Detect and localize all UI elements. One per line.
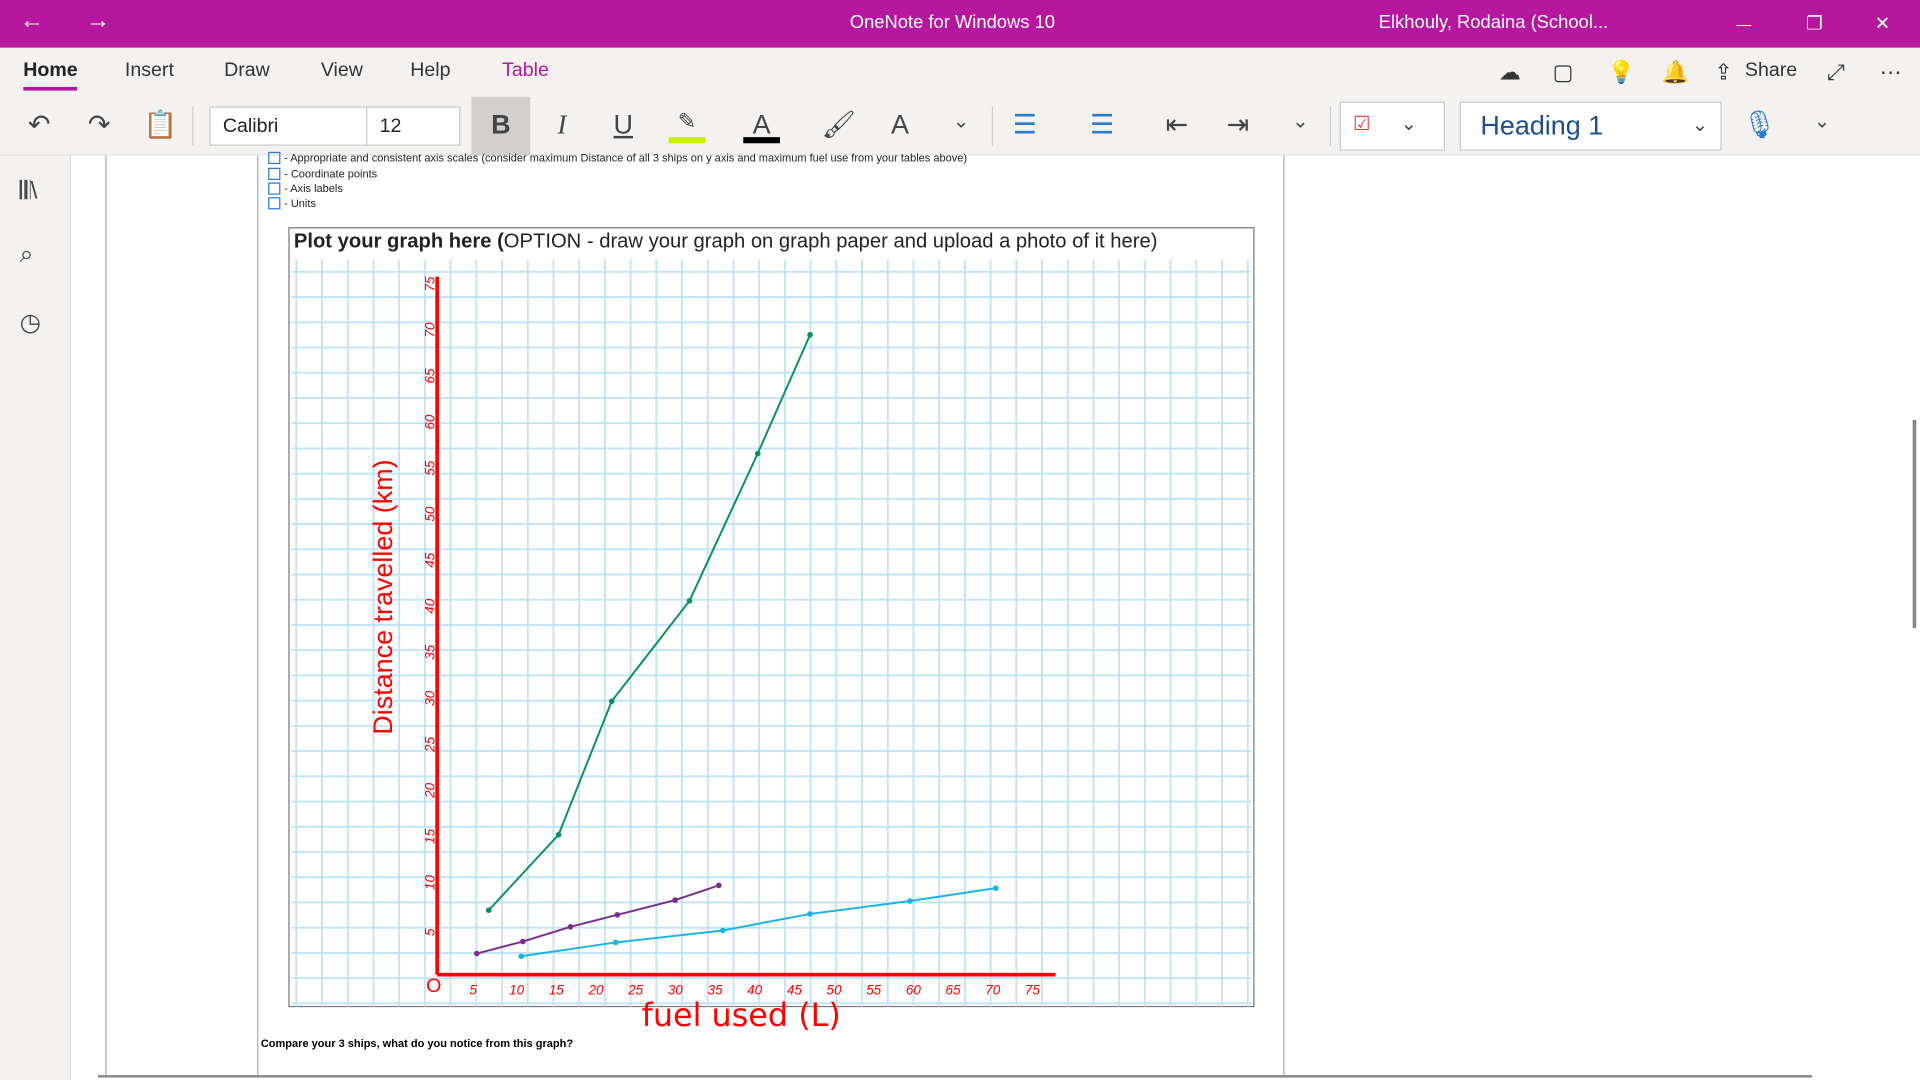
y-tick-label: 55 bbox=[423, 460, 438, 475]
data-point bbox=[992, 885, 999, 891]
data-point bbox=[716, 882, 722, 889]
y-tick-label: 45 bbox=[423, 552, 438, 567]
x-tick-label: 45 bbox=[787, 982, 802, 997]
x-tick-label: 60 bbox=[906, 982, 921, 997]
data-point bbox=[612, 939, 619, 946]
question-text: Compare your 3 ships, what do you notice… bbox=[260, 1037, 574, 1050]
data-point bbox=[807, 331, 813, 338]
data-point bbox=[520, 938, 526, 945]
x-tick-label: 10 bbox=[509, 982, 524, 997]
y-tick-label: 75 bbox=[423, 276, 438, 291]
y-tick-label: 25 bbox=[423, 736, 438, 752]
y-tick-label: 60 bbox=[423, 414, 438, 429]
data-point bbox=[807, 911, 813, 917]
x-tick-label: 75 bbox=[1025, 982, 1040, 997]
x-tick-label: 25 bbox=[627, 982, 643, 997]
y-tick-label: 30 bbox=[423, 690, 438, 705]
graph-title: Plot your graph here (OPTION - draw your… bbox=[293, 230, 1158, 253]
data-point bbox=[686, 598, 693, 604]
scrollbar[interactable] bbox=[1912, 420, 1917, 629]
data-point bbox=[555, 831, 562, 838]
data-point bbox=[754, 450, 761, 457]
y-tick-label: 15 bbox=[423, 828, 438, 843]
y-tick-label: 50 bbox=[423, 506, 438, 521]
y-tick-label: 70 bbox=[423, 322, 438, 337]
x-tick-label: 20 bbox=[587, 982, 603, 997]
x-tick-label: 30 bbox=[668, 982, 683, 997]
y-tick-label: 35 bbox=[423, 644, 438, 659]
y-tick-label: 10 bbox=[423, 874, 438, 889]
y-tick-label: 5 bbox=[423, 928, 438, 936]
x-tick-label: 70 bbox=[985, 982, 1000, 997]
x-tick-label: 55 bbox=[866, 982, 881, 997]
data-point bbox=[719, 927, 726, 934]
x-tick-label: 65 bbox=[946, 982, 961, 997]
data-point bbox=[608, 698, 615, 705]
y-axis-label: Distance travelled (km) bbox=[368, 459, 398, 734]
data-point bbox=[907, 898, 913, 904]
data-point bbox=[672, 897, 679, 903]
data-point bbox=[518, 953, 525, 960]
x-axis-label: fuel used (L) bbox=[642, 996, 841, 1034]
x-tick-label: 15 bbox=[549, 982, 564, 997]
x-tick-label: 35 bbox=[708, 982, 723, 997]
data-point bbox=[474, 950, 480, 957]
data-point bbox=[485, 907, 492, 914]
y-tick-label: 65 bbox=[423, 368, 438, 383]
origin-label: O bbox=[426, 975, 441, 997]
x-tick-label: 50 bbox=[827, 982, 842, 997]
x-tick-label: 40 bbox=[747, 982, 762, 997]
data-point bbox=[567, 923, 574, 930]
y-tick-label: 40 bbox=[423, 598, 438, 613]
data-point bbox=[614, 912, 621, 918]
graph-paper: O 5 10 15 20 25 30 35 40 45 50 55 60 65 70 75 5 10 15 20 25 3… bbox=[288, 227, 1255, 1034]
y-tick-label: 20 bbox=[423, 782, 438, 798]
x-tick-label: 5 bbox=[469, 982, 477, 997]
